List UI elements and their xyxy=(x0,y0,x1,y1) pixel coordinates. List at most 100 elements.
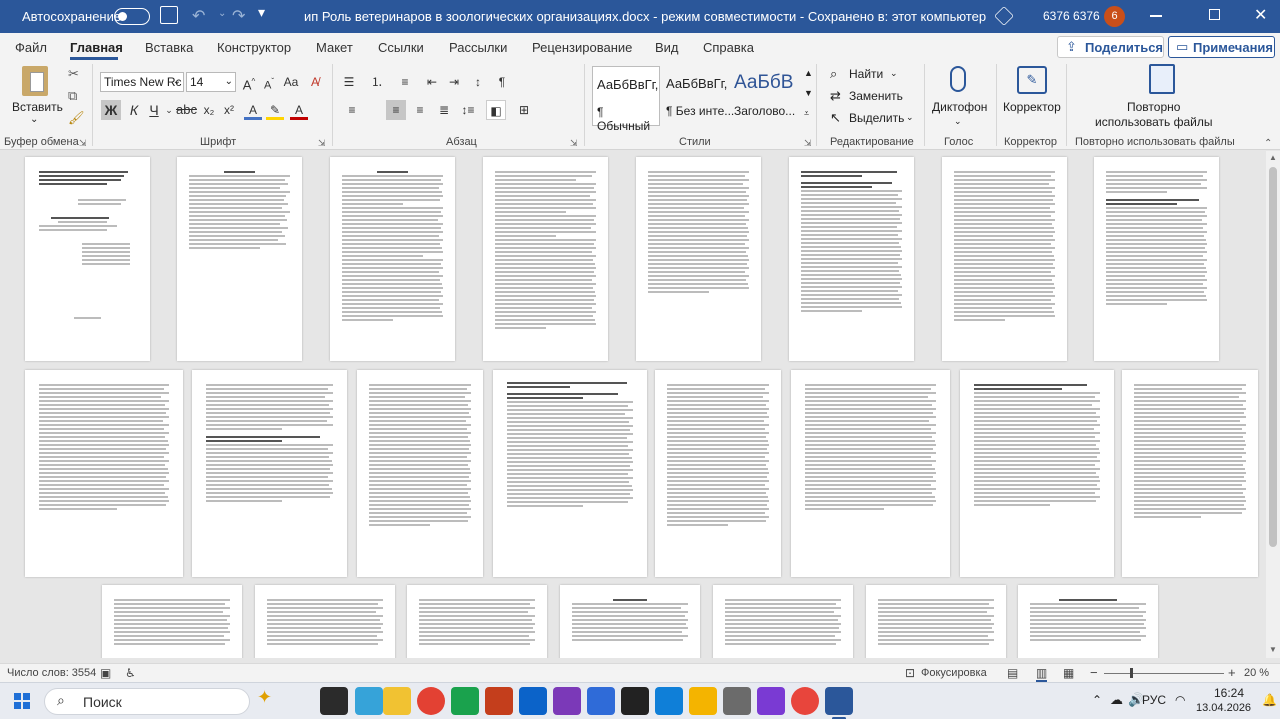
text-effects-icon[interactable]: A xyxy=(244,100,262,120)
notifications-icon[interactable]: 🔔 xyxy=(1262,693,1277,707)
paragraph-launcher-icon[interactable]: ⇲ xyxy=(570,138,578,149)
tab-home[interactable]: Главная xyxy=(70,40,123,55)
styles-launcher-icon[interactable]: ⇲ xyxy=(804,138,812,149)
excel-icon[interactable] xyxy=(451,687,479,715)
highlight-icon[interactable]: ✎ xyxy=(266,100,284,120)
styles-scroll-up-icon[interactable]: ▲ xyxy=(804,68,813,78)
tab-references[interactable]: Ссылки xyxy=(378,40,424,55)
find-button[interactable]: Найти xyxy=(849,67,883,81)
document-page[interactable] xyxy=(1122,370,1258,577)
scroll-down-icon[interactable]: ▼ xyxy=(1269,645,1277,654)
dictation-button[interactable]: Диктофон ⌄ xyxy=(930,64,990,132)
tab-file[interactable]: Файл xyxy=(15,40,47,55)
edge-icon[interactable] xyxy=(655,687,683,715)
align-center-icon[interactable]: ≡ xyxy=(386,100,406,120)
web-layout-icon[interactable]: ▦ xyxy=(1063,666,1074,680)
style-no-spacing[interactable]: АаБбВвГг, ¶ Без инте... xyxy=(662,66,734,126)
mail-icon[interactable] xyxy=(587,687,615,715)
save-icon[interactable] xyxy=(160,6,178,24)
tab-review[interactable]: Рецензирование xyxy=(532,40,632,55)
strikethrough-button[interactable]: abc xyxy=(176,100,197,120)
maximize-icon[interactable] xyxy=(1209,9,1220,20)
comments-button[interactable]: ▭ Примечания xyxy=(1168,36,1275,58)
document-page[interactable] xyxy=(102,585,242,658)
editor-button[interactable]: ✎ Корректор xyxy=(1001,64,1063,132)
undo-dropdown-icon[interactable]: ⌄ xyxy=(218,8,226,19)
clear-formatting-icon[interactable]: A̸ xyxy=(306,72,324,92)
find-dropdown-icon[interactable]: ⌄ xyxy=(890,68,898,79)
zoom-in-icon[interactable]: + xyxy=(1228,665,1236,680)
document-page[interactable] xyxy=(25,157,150,361)
start-icon[interactable] xyxy=(14,693,30,709)
clipboard-launcher-icon[interactable]: ⇲ xyxy=(79,138,87,149)
superscript-button[interactable]: x² xyxy=(220,100,238,120)
customize-toolbar-icon[interactable]: ▾ xyxy=(258,4,265,21)
undo-icon[interactable]: ↶ xyxy=(192,6,205,26)
shrink-font-icon[interactable]: Aˇ xyxy=(260,72,278,92)
tray-overflow-icon[interactable]: ⌃ xyxy=(1092,693,1102,707)
photos-icon[interactable] xyxy=(689,687,717,715)
language-indicator[interactable]: РУС xyxy=(1142,693,1166,707)
underline-dropdown-icon[interactable]: ⌄ xyxy=(165,100,173,120)
chrome-icon[interactable] xyxy=(417,687,445,715)
tab-design[interactable]: Конструктор xyxy=(217,40,291,55)
copy-icon[interactable]: ⧉ xyxy=(68,88,77,104)
align-left-icon[interactable]: ≡ xyxy=(342,100,362,120)
italic-button[interactable]: К xyxy=(125,100,143,120)
bullets-icon[interactable]: ☰ xyxy=(338,72,360,92)
proofing-icon[interactable]: ▣ xyxy=(100,666,111,680)
accessibility-icon[interactable]: ♿ xyxy=(125,666,136,680)
align-right-icon[interactable]: ≡ xyxy=(410,100,430,120)
tab-mailings[interactable]: Рассылки xyxy=(449,40,507,55)
wifi-icon[interactable]: ◠ xyxy=(1175,693,1185,707)
user-avatar[interactable]: 6 xyxy=(1104,6,1125,27)
close-icon[interactable]: ✕ xyxy=(1254,5,1267,25)
zoom-slider[interactable] xyxy=(1104,673,1224,674)
redo-icon[interactable]: ↷ xyxy=(232,6,245,26)
underline-button[interactable]: Ч xyxy=(145,100,163,120)
word-icon[interactable] xyxy=(825,687,853,715)
document-page[interactable] xyxy=(25,370,183,577)
bold-button[interactable]: Ж xyxy=(101,100,121,120)
document-page[interactable] xyxy=(1094,157,1219,361)
vertical-scrollbar[interactable]: ▲ ▼ xyxy=(1266,151,1280,658)
tab-insert[interactable]: Вставка xyxy=(145,40,193,55)
reuse-files-button[interactable]: Повторно использовать файлы xyxy=(1085,64,1245,132)
document-page[interactable] xyxy=(866,585,1006,658)
paste-dropdown-icon[interactable]: ⌄ xyxy=(30,114,38,125)
app-icon[interactable] xyxy=(553,687,581,715)
document-page[interactable] xyxy=(493,370,647,577)
replace-button[interactable]: Заменить xyxy=(849,89,903,103)
focus-mode-button[interactable]: Фокусировка xyxy=(921,667,987,679)
document-page[interactable] xyxy=(560,585,700,658)
user-name[interactable]: 6376 6376 xyxy=(1043,9,1100,23)
style-normal[interactable]: АаБбВвГг, ¶ Обычный xyxy=(592,66,660,133)
document-page[interactable] xyxy=(255,585,395,658)
clock-time[interactable]: 16:24 xyxy=(1214,686,1244,700)
collapse-ribbon-icon[interactable]: ⌃ xyxy=(1264,138,1272,149)
minimize-icon[interactable] xyxy=(1150,15,1162,17)
tab-layout[interactable]: Макет xyxy=(316,40,353,55)
subscript-button[interactable]: x₂ xyxy=(200,100,218,120)
yandex-icon[interactable] xyxy=(791,687,819,715)
designer-icon[interactable] xyxy=(994,6,1014,26)
read-mode-icon[interactable]: ▤ xyxy=(1007,666,1018,680)
font-launcher-icon[interactable]: ⇲ xyxy=(318,138,326,149)
increase-indent-icon[interactable]: ⇥ xyxy=(444,72,464,92)
zoom-out-icon[interactable]: − xyxy=(1090,665,1098,680)
document-page[interactable] xyxy=(655,370,781,577)
scroll-up-icon[interactable]: ▲ xyxy=(1269,153,1277,162)
widgets-icon[interactable] xyxy=(355,687,383,715)
settings-icon[interactable] xyxy=(723,687,751,715)
teams-icon[interactable] xyxy=(757,687,785,715)
file-explorer-icon[interactable] xyxy=(383,687,411,715)
taskbar-search[interactable]: ⌕ Поиск ✦ xyxy=(44,687,272,715)
font-color-icon[interactable]: A xyxy=(290,100,308,120)
styles-scroll-down-icon[interactable]: ▼ xyxy=(804,88,813,98)
document-page[interactable] xyxy=(330,157,455,361)
document-page[interactable] xyxy=(791,370,950,577)
tab-view[interactable]: Вид xyxy=(655,40,679,55)
document-page[interactable] xyxy=(192,370,347,577)
document-page[interactable] xyxy=(713,585,853,658)
document-page[interactable] xyxy=(483,157,608,361)
